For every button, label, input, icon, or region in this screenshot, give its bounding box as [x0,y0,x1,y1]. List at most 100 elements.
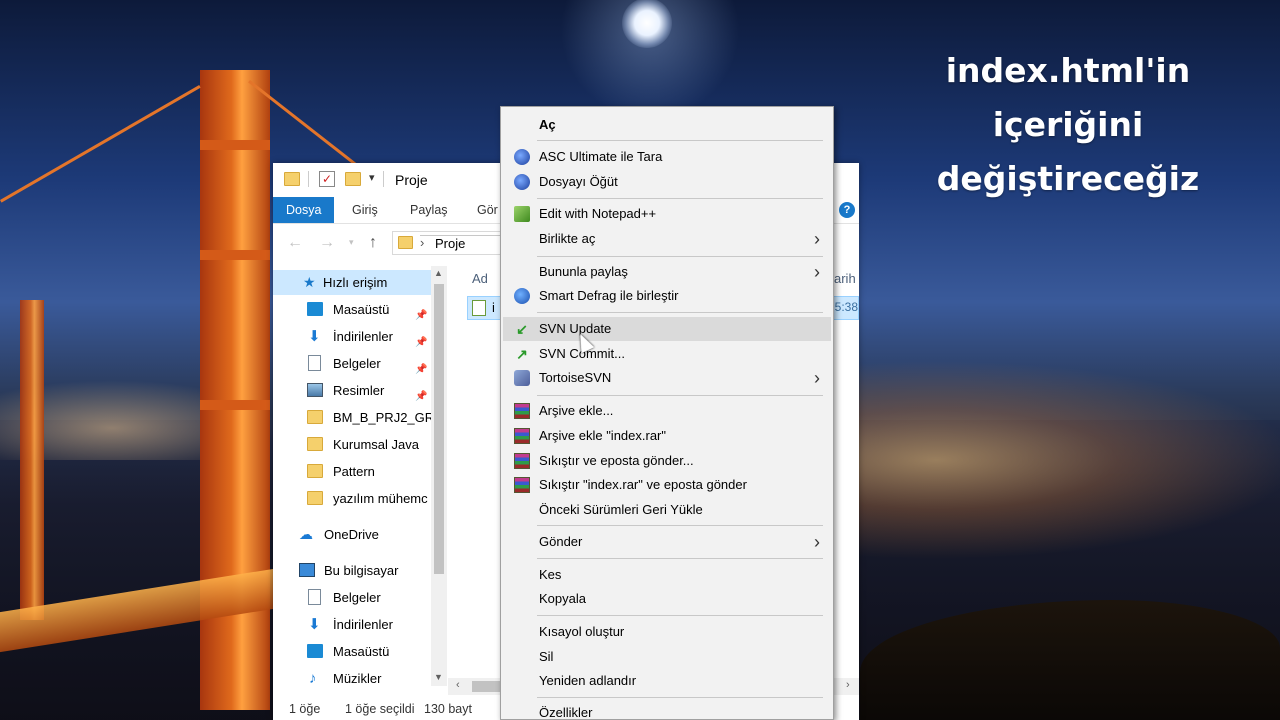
menu-item-send-to[interactable]: Gönder › [503,530,831,554]
menu-item-shred-file[interactable]: Dosyayı Öğüt [503,170,831,194]
menu-item-svn-update[interactable]: ↙ SVN Update [503,317,831,341]
nav-pc-desktop[interactable]: Masaüstü [305,639,431,664]
nav-label: Masaüstü [333,644,390,659]
tab-gorunum[interactable]: Gör [477,197,498,223]
chevron-right-icon: › [814,532,820,552]
pictures-icon [307,383,323,397]
scroll-up-icon[interactable]: ▲ [434,268,443,278]
item-count: 1 öğe [289,702,321,716]
nav-pane-scrollbar[interactable]: ▲ ▼ [431,266,447,686]
nav-label: Kurumsal Java [333,437,419,452]
cloud-icon: ☁ [299,526,313,542]
caption-line-2: içeriğini [992,105,1144,144]
menu-label: Bununla paylaş [539,264,628,279]
folder-icon[interactable] [284,172,300,186]
menu-label: Gönder [539,534,583,549]
menu-item-add-index-rar[interactable]: Arşive ekle "index.rar" [503,424,831,448]
new-folder-icon[interactable] [345,172,361,186]
menu-item-compress-index-email[interactable]: Sıkıştır "index.rar" ve eposta gönder [503,473,831,497]
desktop-icon [307,302,323,316]
menu-separator [537,256,823,257]
scrollbar-thumb[interactable] [434,284,444,574]
caption-line-3: değiştireceğiz [936,159,1200,198]
menu-item-asc-scan[interactable]: ASC Ultimate ile Tara [503,145,831,169]
menu-label: Kısayol oluştur [539,624,625,639]
divider [308,171,309,187]
svn-file-icon [472,300,486,316]
nav-label: İndirilenler [333,617,393,632]
menu-item-properties[interactable]: Özellikler [503,701,831,719]
caption-line-1: index.html'in [945,51,1191,90]
menu-item-copy[interactable]: Kopyala [503,587,831,611]
menu-separator [537,395,823,396]
menu-separator [537,525,823,526]
file-modified-time: 5:38 [834,300,858,314]
shield-icon [514,174,530,190]
menu-item-rename[interactable]: Yeniden adlandır [503,669,831,693]
recent-locations-icon[interactable]: ▾ [349,237,354,248]
nav-item-downloads[interactable]: ⬇ İndirilenler 📌 [305,324,431,349]
menu-separator [537,697,823,698]
column-header-name[interactable]: Ad [472,271,488,286]
nav-item-desktop[interactable]: Masaüstü 📌 [305,297,431,322]
bridge-beam [200,400,270,410]
address-bar[interactable]: › Proje [392,231,706,255]
menu-label: Smart Defrag ile birleştir [539,288,679,303]
scroll-right-icon[interactable]: › [846,679,850,691]
navigation-pane: ★ Hızlı erişim Masaüstü 📌 ⬇ İndirilenler… [273,266,431,696]
menu-item-notepad-plus-plus[interactable]: Edit with Notepad++ [503,202,831,226]
nav-this-pc[interactable]: Bu bilgisayar [297,558,431,583]
menu-separator [537,312,823,313]
star-icon: ★ [303,274,316,290]
menu-item-share-with[interactable]: Bununla paylaş › [503,260,831,284]
column-header-date[interactable]: arih [834,271,856,286]
menu-label: Sil [539,649,554,664]
scroll-left-icon[interactable]: ‹ [456,679,460,691]
defrag-icon [514,288,530,304]
menu-item-open-with[interactable]: Birlikte aç › [503,227,831,251]
menu-item-compress-email[interactable]: Sıkıştır ve eposta gönder... [503,449,831,473]
properties-icon[interactable]: ✓ [319,171,335,187]
computer-icon [299,563,315,577]
nav-item-pictures[interactable]: Resimler 📌 [305,378,431,403]
nav-onedrive[interactable]: ☁ OneDrive [297,522,431,547]
scroll-down-icon[interactable]: ▼ [434,672,443,682]
breadcrumb[interactable]: Proje [435,236,465,251]
svn-update-icon: ↙ [516,321,528,337]
back-arrow-icon[interactable]: ← [287,234,303,252]
menu-item-delete[interactable]: Sil [503,645,831,669]
nav-pc-documents[interactable]: Belgeler [305,585,431,610]
forward-arrow-icon[interactable]: → [319,234,335,252]
nav-item-folder[interactable]: BM_B_PRJ2_GRP [305,405,431,430]
tab-giris[interactable]: Giriş [352,197,378,223]
customize-toolbar-icon[interactable]: ▾ [369,171,375,184]
nav-pc-downloads[interactable]: ⬇ İndirilenler [305,612,431,637]
menu-item-restore-previous[interactable]: Önceki Sürümleri Geri Yükle [503,498,831,522]
bridge-tower-far [20,300,44,620]
download-arrow-icon: ⬇ [308,328,321,345]
nav-item-documents[interactable]: Belgeler 📌 [305,351,431,376]
menu-item-tortoisesvn[interactable]: TortoiseSVN › [503,366,831,390]
nav-item-folder[interactable]: Pattern [305,459,431,484]
nav-item-folder[interactable]: Kurumsal Java [305,432,431,457]
tab-dosya[interactable]: Dosya [273,197,335,223]
menu-item-create-shortcut[interactable]: Kısayol oluştur [503,620,831,644]
bridge-cable [0,85,201,203]
nav-quick-access[interactable]: ★ Hızlı erişim [273,270,431,295]
winrar-icon [514,477,530,493]
menu-item-open[interactable]: Aç [503,113,831,137]
menu-label: ASC Ultimate ile Tara [539,149,663,164]
up-arrow-icon[interactable]: ↑ [369,234,377,252]
folder-icon [307,464,323,478]
scrollbar-thumb[interactable] [472,681,500,692]
menu-item-cut[interactable]: Kes [503,563,831,587]
menu-label: Aç [539,117,556,132]
help-icon[interactable]: ? [839,202,855,218]
tab-paylas[interactable]: Paylaş [410,197,448,223]
download-arrow-icon: ⬇ [308,616,321,633]
nav-item-folder[interactable]: yazılım mühemc [305,486,431,511]
menu-item-smart-defrag[interactable]: Smart Defrag ile birleştir [503,284,831,308]
menu-item-svn-commit[interactable]: ↗ SVN Commit... [503,342,831,366]
menu-item-add-archive[interactable]: Arşive ekle... [503,399,831,423]
nav-pc-music[interactable]: ♪ Müzikler [305,666,431,691]
